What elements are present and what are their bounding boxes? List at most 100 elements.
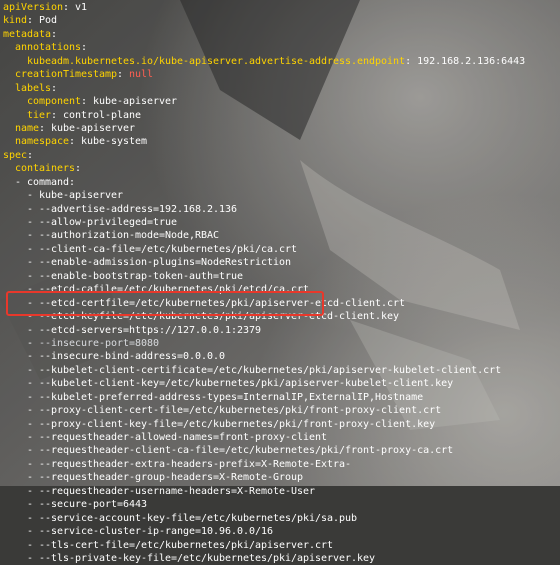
- yaml-separator: :: [51, 28, 58, 40]
- code-line: - --requestheader-group-headers=X-Remote…: [3, 471, 560, 484]
- yaml-value: --tls-cert-file=/etc/kubernetes/pki/apis…: [39, 539, 334, 551]
- code-line: annotations:: [3, 41, 560, 54]
- yaml-key: kubeadm.kubernetes.io/kube-apiserver.adv…: [27, 55, 406, 67]
- yaml-key: -: [27, 472, 40, 484]
- code-line: name: kube-apiserver: [3, 122, 560, 135]
- yaml-separator: :: [117, 69, 130, 81]
- code-line: tier: control-plane: [3, 109, 560, 122]
- yaml-key: apiVersion: [3, 2, 64, 13]
- code-line: - --etcd-keyfile=/etc/kubernetes/pki/api…: [3, 310, 560, 323]
- yaml-key: -: [27, 351, 40, 363]
- yaml-key: -: [27, 552, 40, 564]
- code-line: - --etcd-servers=https://127.0.0.1:2379: [3, 324, 560, 337]
- code-line: - --insecure-port=8080: [3, 337, 560, 350]
- code-line: - command:: [3, 176, 560, 189]
- yaml-value: --enable-bootstrap-token-auth=true: [39, 270, 244, 282]
- yaml-value: --kubelet-client-key=/etc/kubernetes/pki…: [39, 378, 454, 390]
- yaml-key: -: [27, 418, 40, 430]
- code-line: - --client-ca-file=/etc/kubernetes/pki/c…: [3, 243, 560, 256]
- yaml-value: --kubelet-preferred-address-types=Intern…: [39, 391, 424, 403]
- code-line: - --proxy-client-key-file=/etc/kubernete…: [3, 418, 560, 431]
- code-line: - --kubelet-preferred-address-types=Inte…: [3, 391, 560, 404]
- yaml-value: control-plane: [63, 109, 142, 121]
- code-line: - --tls-private-key-file=/etc/kubernetes…: [3, 552, 560, 565]
- yaml-key: tier: [27, 109, 52, 121]
- code-line: labels:: [3, 82, 560, 95]
- yaml-key: -: [27, 526, 40, 538]
- yaml-value: --service-account-key-file=/etc/kubernet…: [39, 512, 358, 524]
- code-line: - kube-apiserver: [3, 189, 560, 202]
- yaml-key: -: [27, 485, 40, 497]
- yaml-value: --etcd-certfile=/etc/kubernetes/pki/apis…: [39, 297, 406, 309]
- yaml-key: -: [27, 391, 40, 403]
- yaml-separator: :: [81, 96, 94, 108]
- yaml-separator: :: [39, 122, 52, 134]
- code-line: - --enable-bootstrap-token-auth=true: [3, 270, 560, 283]
- yaml-value: --insecure-bind-address=0.0.0.0: [39, 351, 226, 363]
- code-line: kubeadm.kubernetes.io/kube-apiserver.adv…: [3, 55, 560, 68]
- yaml-key: -: [27, 337, 40, 349]
- yaml-key: -: [27, 539, 40, 551]
- yaml-value: --requestheader-username-headers=X-Remot…: [39, 485, 316, 497]
- yaml-value: Pod: [39, 15, 58, 27]
- code-line: - --insecure-bind-address=0.0.0.0: [3, 350, 560, 363]
- yaml-value: --insecure-port=8080: [39, 337, 160, 349]
- code-line: apiVersion: v1: [3, 1, 560, 14]
- yaml-value: --requestheader-group-headers=X-Remote-G…: [39, 472, 304, 484]
- yaml-value: 192.168.2.136:6443: [417, 55, 526, 67]
- yaml-key: -: [27, 458, 40, 470]
- code-line: metadata:: [3, 28, 560, 41]
- code-line: kind: Pod: [3, 14, 560, 27]
- yaml-value: --service-cluster-ip-range=10.96.0.0/16: [39, 526, 274, 538]
- yaml-key: -: [27, 297, 40, 309]
- yaml-key: labels: [15, 82, 52, 94]
- yaml-key: metadata: [3, 28, 52, 40]
- yaml-key: -: [27, 405, 40, 417]
- yaml-value: v1: [75, 2, 88, 13]
- code-line: - --authorization-mode=Node,RBAC: [3, 229, 560, 242]
- yaml-separator: :: [81, 42, 88, 54]
- yaml-value: --kubelet-client-certificate=/etc/kubern…: [39, 364, 502, 376]
- yaml-key: -: [27, 512, 40, 524]
- yaml-key: -: [27, 190, 40, 202]
- yaml-key: spec: [3, 149, 28, 161]
- yaml-value: --proxy-client-key-file=/etc/kubernetes/…: [39, 418, 436, 430]
- yaml-value: kube-apiserver: [39, 190, 124, 202]
- yaml-key: -: [27, 432, 40, 443]
- yaml-key: -: [27, 364, 40, 376]
- code-line: - --proxy-client-cert-file=/etc/kubernet…: [3, 404, 560, 417]
- yaml-key: kind: [3, 15, 28, 27]
- code-line: - --etcd-cafile=/etc/kubernetes/pki/etcd…: [3, 283, 560, 296]
- yaml-editor[interactable]: apiVersion: v1 kind: Pod metadata: annotat…: [0, 0, 560, 564]
- yaml-key: annotations: [15, 42, 82, 54]
- yaml-key: component: [27, 96, 82, 108]
- yaml-key: -: [27, 257, 40, 269]
- yaml-value: kube-system: [81, 136, 148, 148]
